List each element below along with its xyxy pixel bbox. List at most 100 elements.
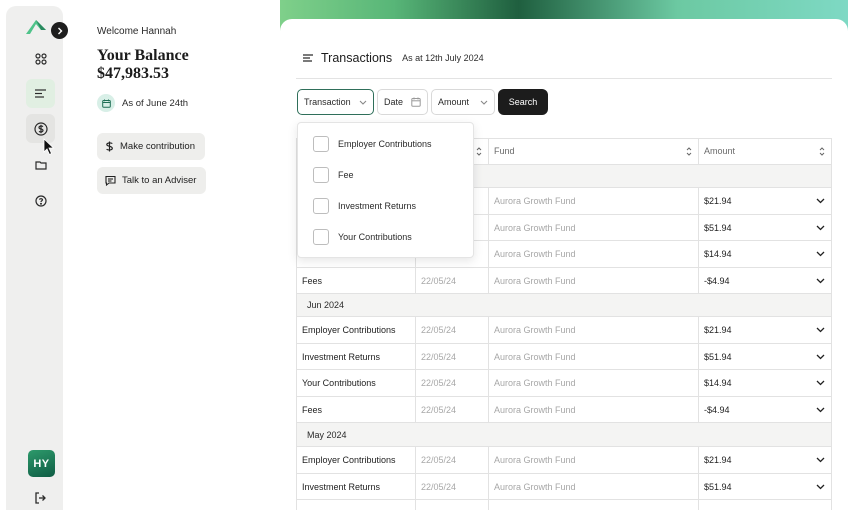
chevron-down-icon[interactable]: [816, 278, 825, 284]
amount-value: $14.94: [704, 378, 732, 388]
type-cell: [296, 500, 415, 510]
brand-logo-icon[interactable]: [25, 18, 47, 36]
sort-icon: [686, 146, 692, 156]
page-title: Transactions: [321, 51, 393, 65]
table-row[interactable]: Investment Returns 22/05/24 Aurora Growt…: [296, 344, 832, 370]
amount-cell: $51.94: [698, 474, 832, 499]
dollar-icon: [106, 141, 113, 152]
checkbox[interactable]: [313, 229, 329, 245]
amount-value: $51.94: [704, 351, 732, 362]
list-icon: [303, 54, 313, 62]
help-icon: [34, 194, 47, 207]
transaction-filter-dropdown: Employer Contributions Fee Investment Re…: [297, 122, 474, 258]
sort-icon: [476, 146, 482, 156]
fund-cell: Aurora Growth Fund: [488, 241, 698, 267]
nav-transactions[interactable]: [26, 79, 55, 108]
nav-dashboard[interactable]: [26, 44, 55, 73]
transactions-card: Transactions As at 12th July 2024 Transa…: [280, 19, 848, 510]
list-icon: [35, 89, 46, 98]
fund-cell: Aurora Growth Fund: [488, 474, 698, 499]
sidebar: HY: [6, 6, 63, 510]
amount-value: $21.94: [704, 196, 732, 206]
balance-title: Your Balance: [97, 47, 189, 64]
chevron-down-icon[interactable]: [816, 484, 825, 490]
chevron-down-icon[interactable]: [816, 457, 825, 463]
make-contribution-button[interactable]: Make contribution: [97, 133, 205, 160]
type-cell: Your Contributions: [296, 370, 415, 396]
table-row[interactable]: Investment Returns 22/05/24 Aurora Growt…: [296, 474, 832, 500]
chevron-down-icon[interactable]: [816, 327, 825, 333]
amount-cell: -$4.94: [698, 397, 832, 422]
balance-date: As of June 24th: [97, 94, 188, 112]
chevron-down-icon[interactable]: [816, 354, 825, 360]
date-cell: 22/05/24: [415, 344, 488, 369]
date-cell: 22/05/24: [415, 370, 488, 396]
search-button[interactable]: Search: [498, 89, 548, 115]
type-cell: Employer Contributions: [296, 447, 415, 473]
amount-cell: $14.94: [698, 370, 832, 396]
folder-icon: [34, 160, 47, 170]
chevron-down-icon: [480, 100, 488, 105]
table-row[interactable]: Fees 22/05/24 Aurora Growth Fund -$4.94: [296, 268, 832, 294]
amount-value: -$4.94: [704, 275, 730, 286]
fund-cell: Aurora Growth Fund: [488, 317, 698, 343]
option-label: Investment Returns: [338, 201, 417, 211]
transactions-header: Transactions As at 12th July 2024: [303, 51, 484, 65]
chevron-down-icon[interactable]: [816, 380, 825, 386]
chevron-down-icon[interactable]: [816, 225, 825, 231]
amount-value: -$4.94: [704, 404, 730, 415]
app-root: HY Welcome Hannah Your Balance $47,983.5…: [0, 0, 848, 510]
date-filter-select[interactable]: Date: [377, 89, 428, 115]
logout-icon[interactable]: [33, 491, 47, 505]
option-investment-returns[interactable]: Investment Returns: [313, 198, 416, 214]
amount-value: $14.94: [704, 249, 732, 259]
grid-icon: [34, 52, 47, 65]
table-row[interactable]: Fees 22/05/24 Aurora Growth Fund -$4.94: [296, 397, 832, 423]
option-employer-contributions[interactable]: Employer Contributions: [313, 136, 432, 152]
table-row[interactable]: Your Contributions 22/05/24 Aurora Growt…: [296, 370, 832, 397]
amount-cell: $51.94: [698, 215, 832, 240]
checkbox[interactable]: [313, 167, 329, 183]
checkbox[interactable]: [313, 136, 329, 152]
chevron-down-icon[interactable]: [816, 407, 825, 413]
amount-cell: -$4.94: [698, 268, 832, 293]
type-cell: Fees: [296, 268, 415, 293]
amount-cell: $51.94: [698, 344, 832, 369]
user-avatar[interactable]: HY: [28, 450, 55, 477]
calendar-icon: [411, 97, 421, 107]
amount-value: $21.94: [704, 325, 732, 335]
group-label: Jun 2024: [307, 300, 345, 310]
option-your-contributions[interactable]: Your Contributions: [313, 229, 412, 245]
date-cell: 22/05/24: [415, 268, 488, 293]
date-cell: 22/05/24: [415, 474, 488, 499]
fund-cell: Aurora Growth Fund: [488, 344, 698, 369]
amount-cell: $21.94: [698, 447, 832, 473]
amount-value: $21.94: [704, 455, 732, 465]
page-subtitle: As at 12th July 2024: [402, 53, 484, 63]
header-cell-fund[interactable]: Fund: [488, 138, 698, 164]
header-fund-label: Fund: [494, 146, 515, 156]
group-row: Jun 2024: [296, 294, 832, 317]
group-label: May 2024: [307, 429, 347, 440]
amount-cell: $14.94: [698, 241, 832, 267]
fund-cell: Aurora Growth Fund: [488, 397, 698, 422]
nav-help[interactable]: [26, 186, 55, 215]
option-fee[interactable]: Fee: [313, 167, 354, 183]
chevron-down-icon[interactable]: [816, 198, 825, 204]
checkbox[interactable]: [313, 198, 329, 214]
header-cell-amount[interactable]: Amount: [698, 138, 832, 164]
type-cell: Investment Returns: [296, 344, 415, 369]
date-cell: 22/05/24: [415, 447, 488, 473]
amount-filter-select[interactable]: Amount: [431, 89, 495, 115]
sidebar-collapse-button[interactable]: [51, 22, 68, 39]
transaction-filter-label: Transaction: [304, 97, 351, 107]
table-row[interactable]: Employer Contributions 22/05/24 Aurora G…: [296, 447, 832, 474]
amount-cell: $21.94: [698, 188, 832, 214]
transaction-filter-select[interactable]: Transaction: [297, 89, 374, 115]
chevron-down-icon[interactable]: [816, 251, 825, 257]
fund-cell: Aurora Growth Fund: [488, 215, 698, 240]
table-row[interactable]: Employer Contributions 22/05/24 Aurora G…: [296, 317, 832, 344]
talk-to-adviser-button[interactable]: Talk to an Adviser: [97, 167, 207, 194]
header-amount-label: Amount: [704, 146, 736, 156]
type-cell: Fees: [296, 397, 415, 422]
